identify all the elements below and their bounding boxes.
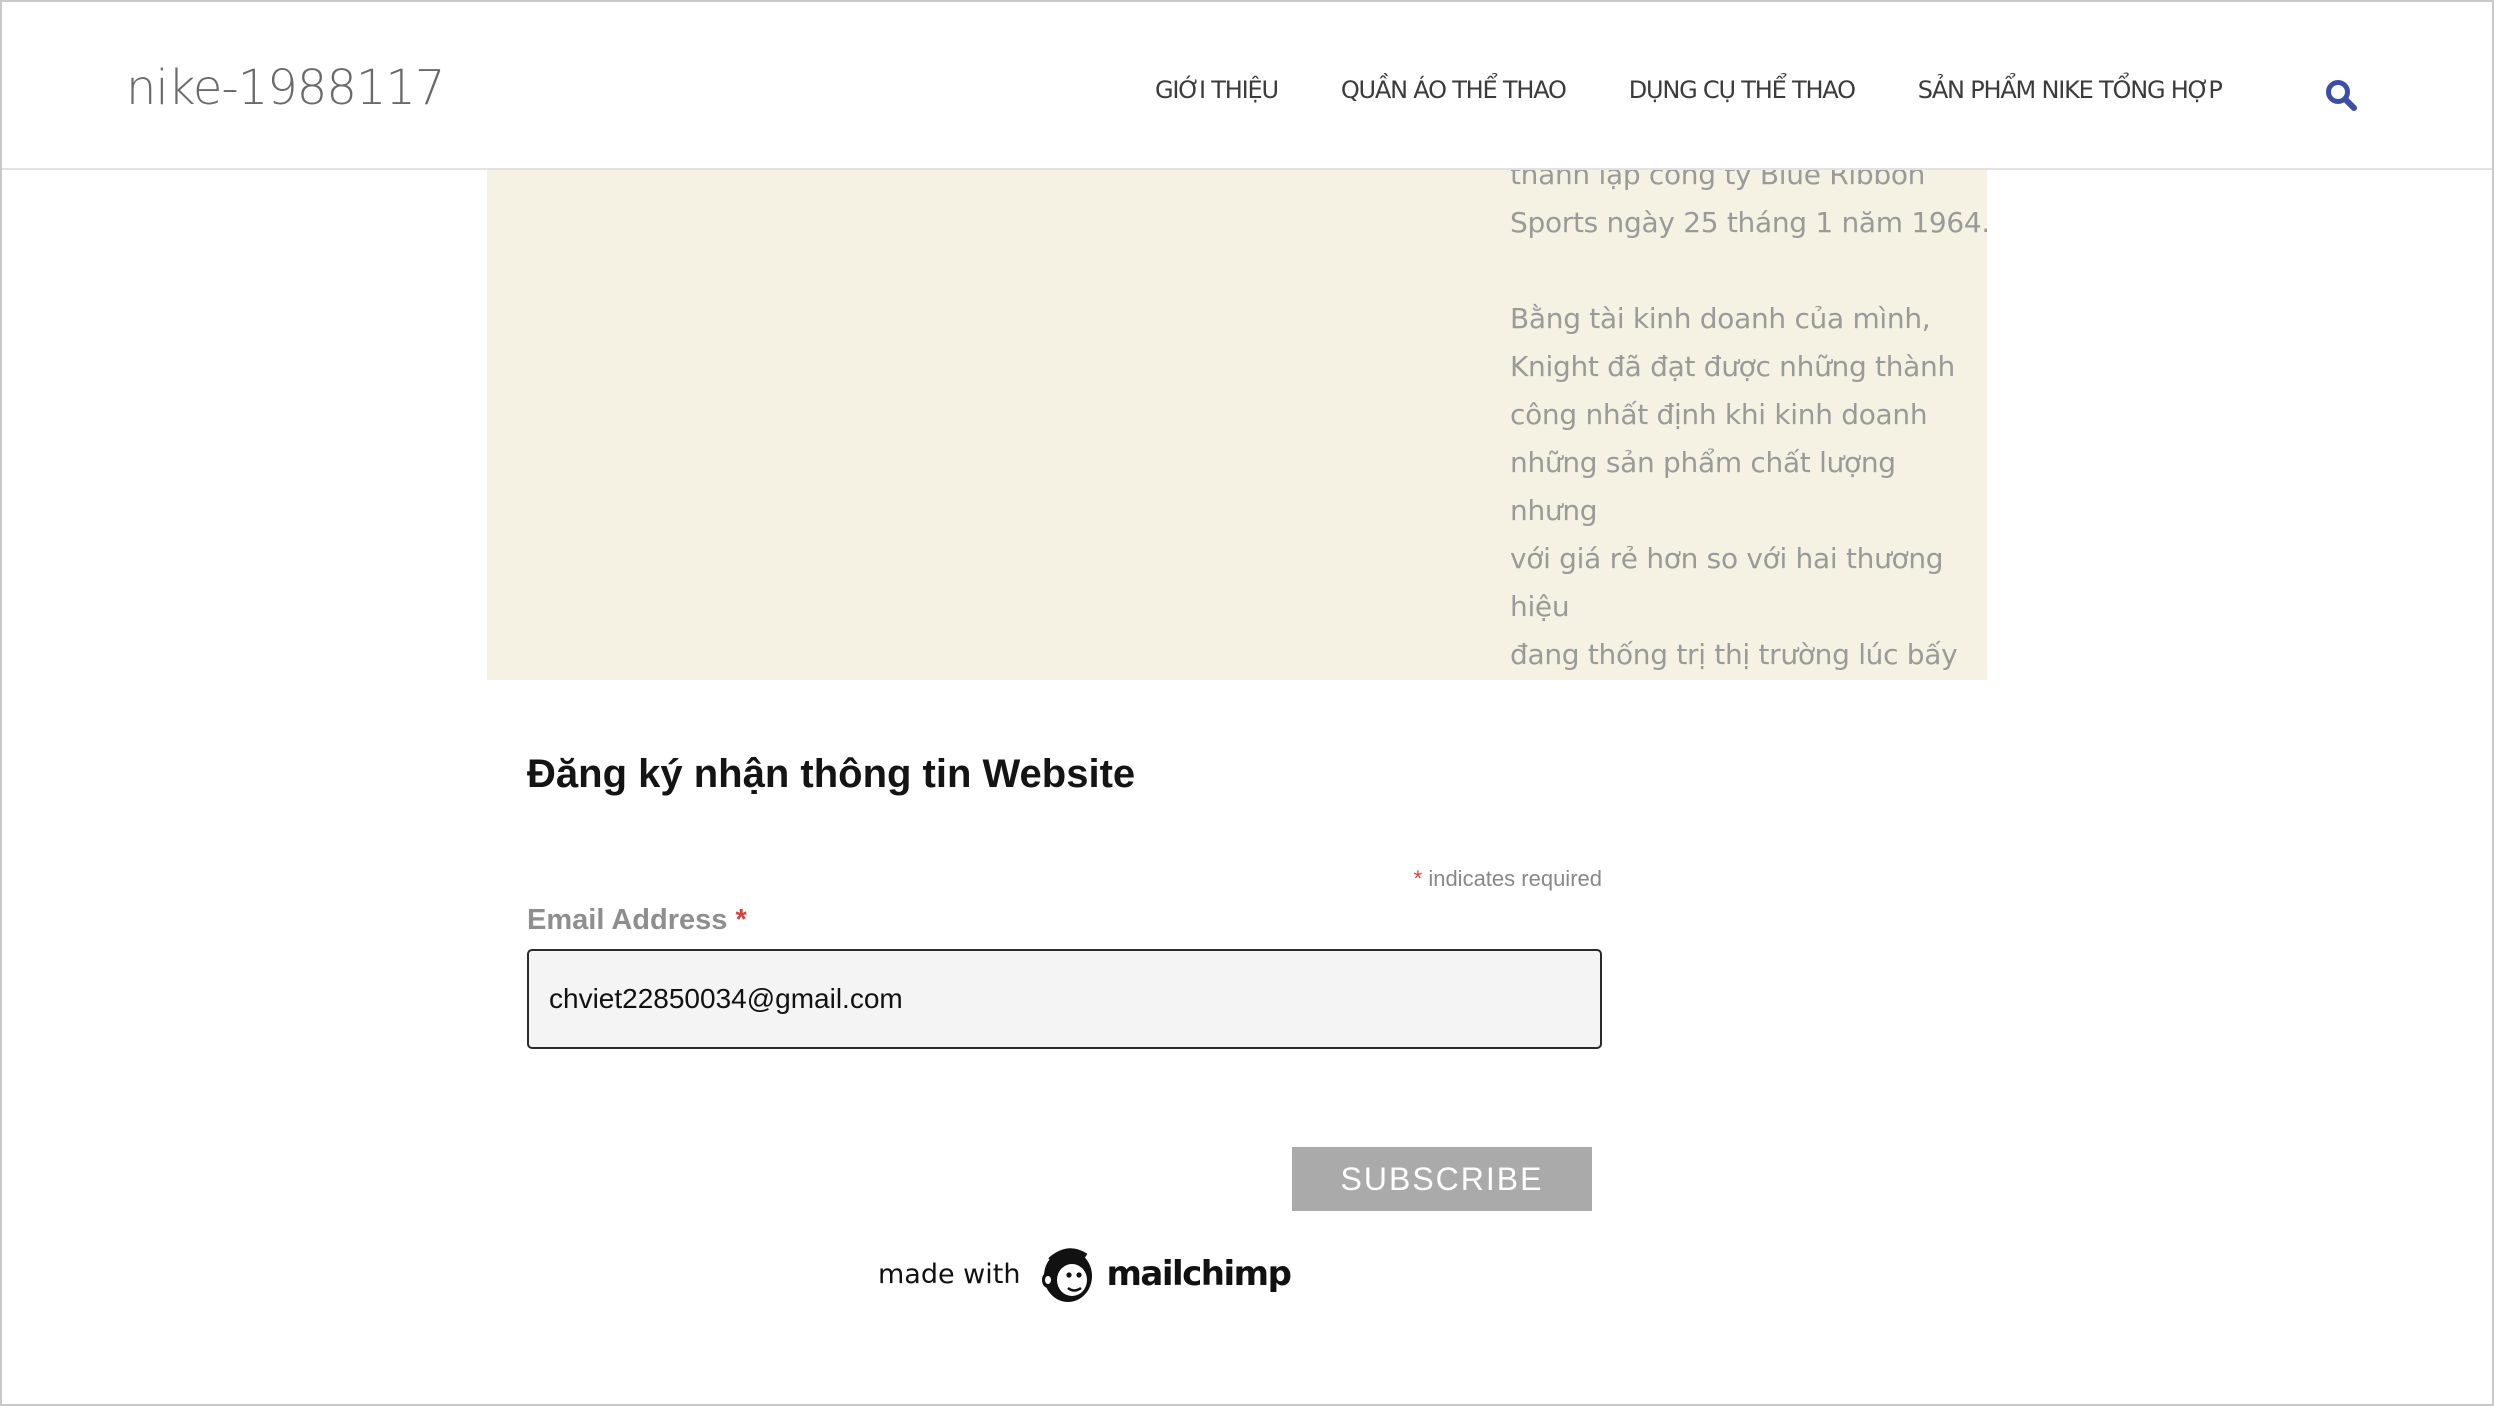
required-note: * indicates required	[1302, 866, 1602, 892]
nav-item-quan-ao-the-thao[interactable]: QUẦN ÁO THỂ THAO	[1341, 76, 1567, 104]
signup-title: Đăng ký nhận thông tin Website	[527, 752, 1136, 796]
browser-viewport: thành lập công ty Blue Ribbon Sports ngà…	[0, 0, 2494, 1406]
main-nav: GIỚI THIỆU QUẦN ÁO THỂ THAO DỤNG CỤ THỂ …	[1155, 76, 2285, 104]
required-asterisk: *	[1413, 866, 1423, 891]
email-label: Email Address *	[527, 904, 747, 937]
nav-item-dung-cu-the-thao[interactable]: DỤNG CỤ THỂ THAO	[1629, 76, 1856, 104]
required-note-text: indicates required	[1428, 866, 1602, 891]
email-required-asterisk: *	[735, 904, 747, 936]
made-with-text: made with	[878, 1258, 1021, 1290]
site-header: nike-1988117 GIỚI THIỆU QUẦN ÁO THỂ THAO…	[2, 2, 2492, 170]
nav-item-gioi-thieu[interactable]: GIỚI THIỆU	[1155, 76, 1279, 104]
mailchimp-freddie-icon	[1042, 1248, 1093, 1302]
about-text: thành lập công ty Blue Ribbon Sports ngà…	[1510, 151, 1987, 680]
email-field[interactable]	[527, 949, 1602, 1049]
nav-item-san-pham-nike-tong-hop[interactable]: SẢN PHẨM NIKE TỔNG HỢP	[1918, 76, 2223, 104]
search-icon[interactable]	[2324, 78, 2358, 112]
about-section: thành lập công ty Blue Ribbon Sports ngà…	[487, 102, 1987, 680]
about-paragraph-2: Bằng tài kinh doanh của mình, Knight đã …	[1510, 302, 1958, 671]
made-with-mailchimp-badge[interactable]: made with mailchimp	[878, 1242, 1292, 1306]
mailchimp-wordmark: mailchimp	[1106, 1254, 1291, 1294]
site-title-link[interactable]: nike-1988117	[126, 60, 445, 116]
email-label-text: Email Address	[527, 904, 728, 936]
subscribe-button[interactable]: SUBSCRIBE	[1292, 1147, 1592, 1211]
